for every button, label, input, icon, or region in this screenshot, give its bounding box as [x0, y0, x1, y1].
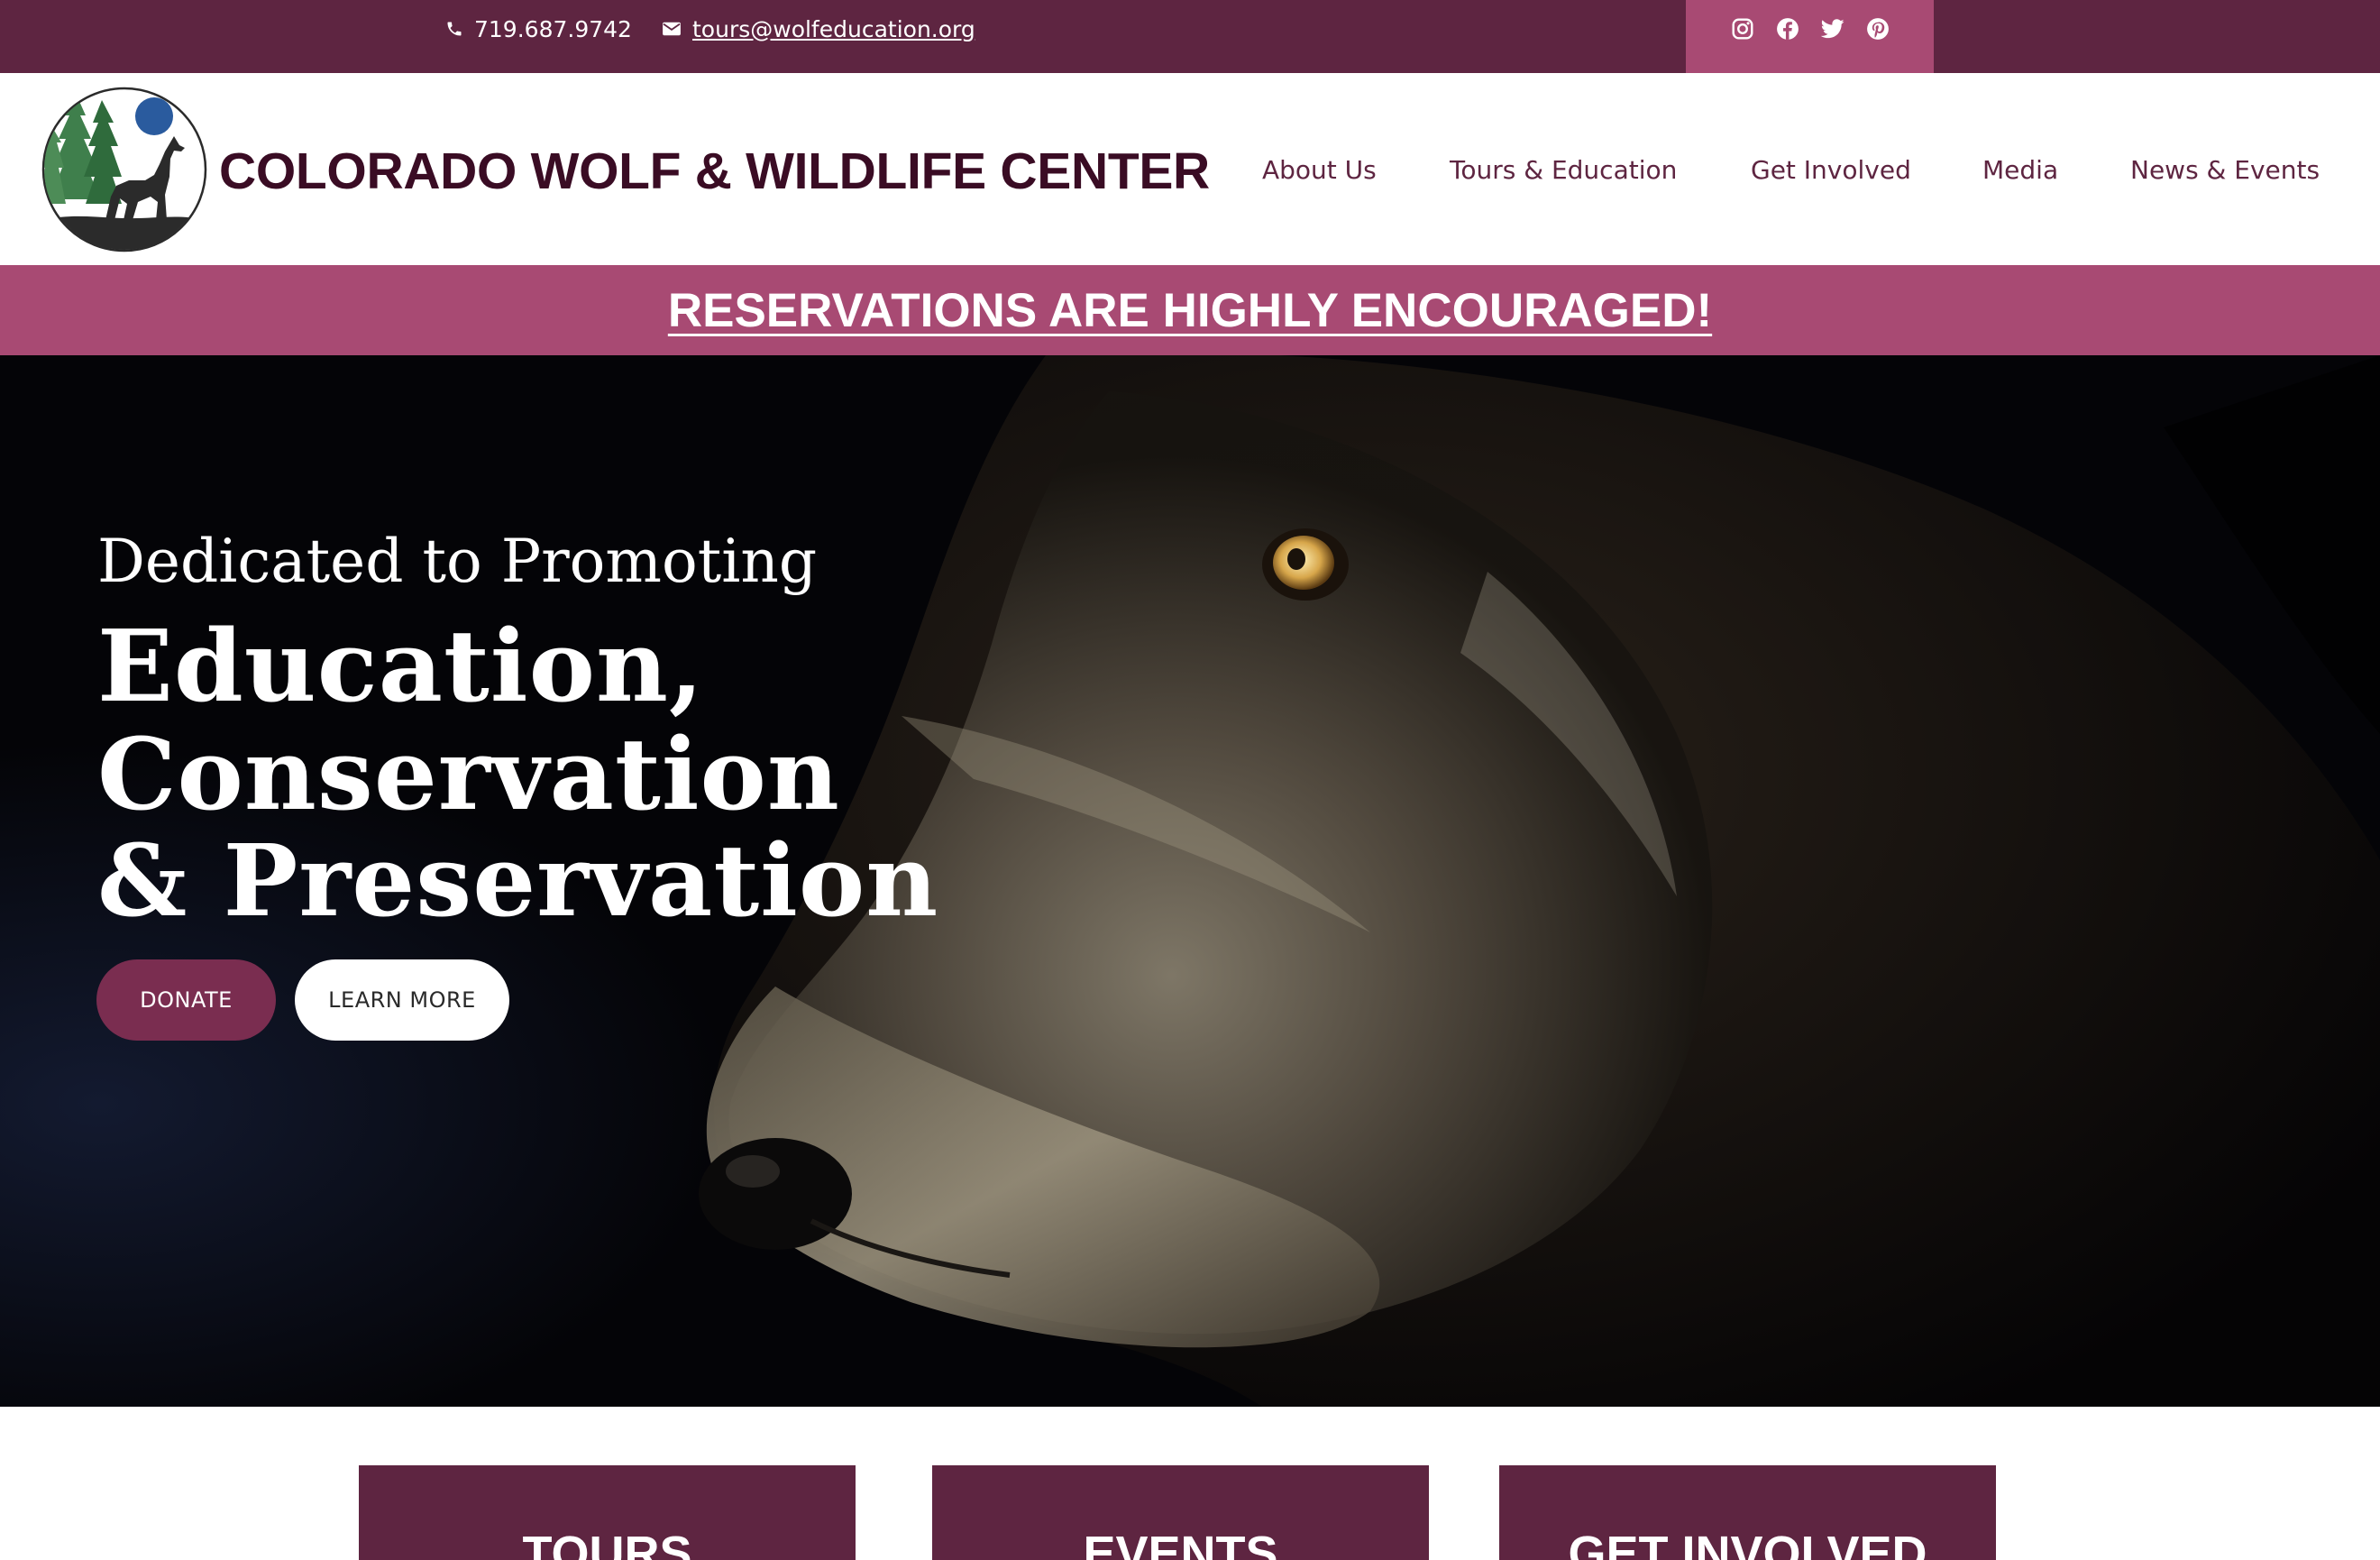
email-icon	[663, 22, 681, 36]
top-contact-bar: 719.687.9742 tours@wolfeducation.org	[0, 0, 2380, 73]
phone-icon	[447, 22, 462, 36]
card-tours[interactable]: TOURS	[359, 1465, 856, 1560]
card-events-label: EVENTS	[1083, 1527, 1278, 1560]
announcement-bar: RESERVATIONS ARE HIGHLY ENCOURAGED!	[0, 265, 2380, 355]
instagram-icon[interactable]	[1731, 17, 1754, 41]
twitter-icon[interactable]	[1820, 17, 1844, 41]
nav-about-us[interactable]: About Us	[1262, 144, 1377, 195]
card-tours-label: TOURS	[522, 1527, 692, 1560]
hero-banner: Dedicated to Promoting Education, Conser…	[0, 355, 2380, 1407]
social-links	[1686, 0, 1934, 73]
email-link[interactable]: tours@wolfeducation.org	[692, 16, 975, 42]
card-events[interactable]: EVENTS	[932, 1465, 1429, 1560]
pinterest-icon[interactable]	[1866, 17, 1890, 41]
email-contact[interactable]: tours@wolfeducation.org	[662, 0, 975, 58]
phone-contact[interactable]: 719.687.9742	[445, 0, 632, 58]
nav-tours-education[interactable]: Tours & Education	[1450, 144, 1677, 195]
card-get-involved[interactable]: GET INVOLVED	[1499, 1465, 1996, 1560]
nav-get-involved[interactable]: Get Involved	[1751, 144, 1911, 195]
hero-heading-line-1: Education,	[97, 608, 705, 724]
nav-media[interactable]: Media	[1982, 144, 2058, 195]
card-get-involved-label: GET INVOLVED	[1568, 1527, 1927, 1560]
hero-subtitle: Dedicated to Promoting	[97, 527, 818, 596]
hero-heading-line-2: Conservation	[97, 716, 840, 832]
hero-heading-line-3: & Preservation	[97, 822, 939, 939]
donate-button[interactable]: DONATE	[96, 959, 276, 1041]
nav-news-events[interactable]: News & Events	[2130, 144, 2320, 195]
site-logo[interactable]	[39, 87, 210, 252]
reservations-link[interactable]: RESERVATIONS ARE HIGHLY ENCOURAGED!	[668, 283, 1712, 338]
site-title[interactable]: COLORADO WOLF & WILDLIFE CENTER	[219, 135, 1210, 207]
learn-more-button[interactable]: LEARN MORE	[295, 959, 509, 1041]
phone-number[interactable]: 719.687.9742	[474, 16, 632, 42]
facebook-icon[interactable]	[1776, 17, 1799, 41]
